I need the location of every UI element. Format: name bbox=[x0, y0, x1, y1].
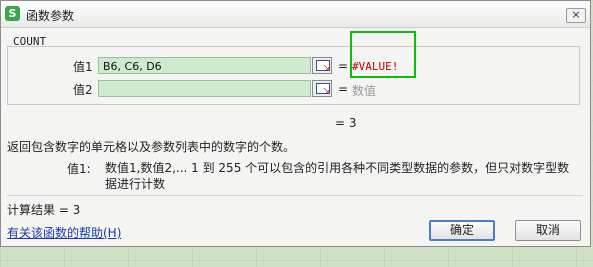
close-button[interactable]: × bbox=[566, 8, 586, 23]
arrow-icon: ↘ bbox=[322, 63, 330, 73]
arrow-icon: ↘ bbox=[322, 86, 330, 96]
arg2-label: 值2 bbox=[73, 83, 93, 97]
arg2-collapse-button[interactable]: ↘ bbox=[312, 80, 332, 97]
arg2-result: 数值 bbox=[352, 84, 377, 98]
formula-result: = 3 bbox=[335, 116, 357, 130]
calculation-result: 计算结果 = 3 bbox=[7, 203, 81, 217]
divider bbox=[7, 195, 583, 196]
param-description: 数值1,数值2,... 1 到 255 个可以包含的引用各种不同类型数据的参数，… bbox=[105, 161, 570, 191]
ok-button[interactable]: 确定 bbox=[429, 220, 495, 241]
function-arguments-dialog: S 函数参数 × COUNT 值1 B6, C6, D6 ↘ = #VALUE!… bbox=[0, 0, 591, 247]
arg1-collapse-button[interactable]: ↘ bbox=[312, 57, 332, 74]
arg2-equals: = bbox=[338, 82, 349, 96]
title-bar: S 函数参数 × bbox=[1, 1, 590, 28]
cancel-button[interactable]: 取消 bbox=[515, 220, 581, 241]
dialog-title: 函数参数 bbox=[26, 9, 75, 23]
arg1-label: 值1 bbox=[73, 60, 93, 74]
error-highlight-box bbox=[350, 31, 416, 78]
help-link[interactable]: 有关该函数的帮助(H) bbox=[7, 224, 121, 241]
arg1-input[interactable]: B6, C6, D6 bbox=[98, 57, 311, 74]
param-name: 值1: bbox=[67, 162, 91, 176]
arg2-input[interactable] bbox=[98, 80, 311, 97]
app-icon: S bbox=[5, 6, 20, 21]
function-description: 返回包含数字的单元格以及参数列表中的数字的个数。 bbox=[7, 140, 296, 154]
arg1-equals: = bbox=[338, 59, 349, 73]
